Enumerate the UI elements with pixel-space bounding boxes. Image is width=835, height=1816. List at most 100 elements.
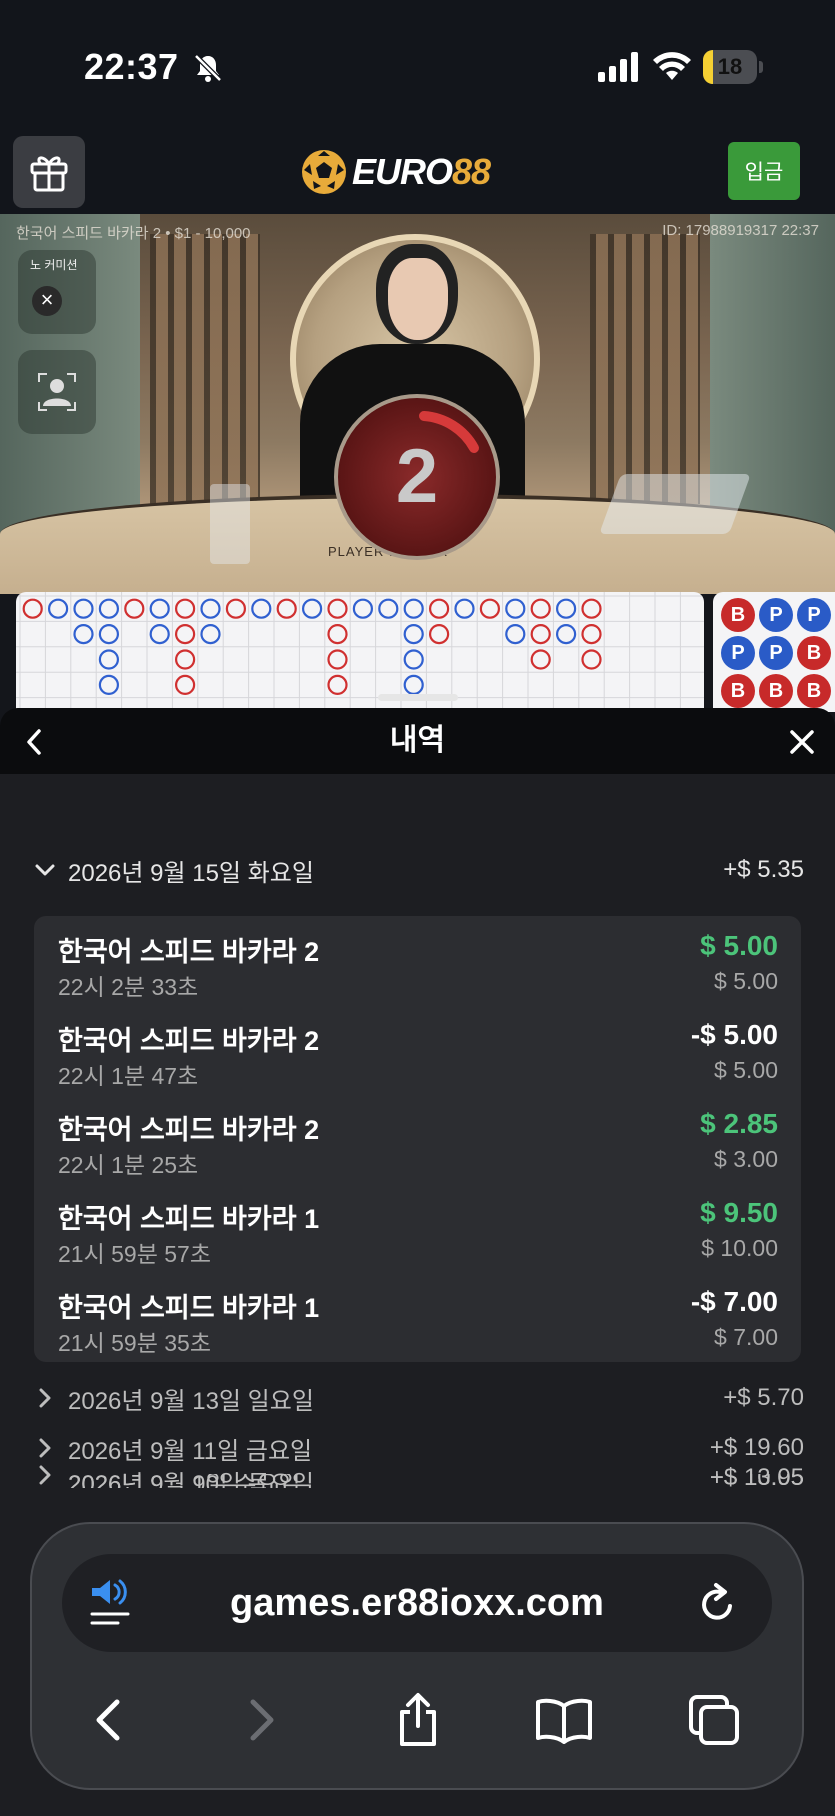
road-mark [403, 649, 424, 670]
bet-stake: $ 5.00 [714, 1057, 778, 1083]
bet-row[interactable]: 한국어 스피드 바카라 2 22시 1분 25초 $ 2.85 $ 3.00 [58, 1102, 778, 1182]
day-label: 2026년 9월 15일 화요일 [68, 859, 314, 887]
deposit-button[interactable]: 입금 [728, 142, 800, 200]
road-mark [302, 598, 323, 619]
road-mark [175, 623, 196, 645]
day-row-collapsed[interactable]: 2026년 9월 9일 수요일 +$ 10.95 [34, 1474, 804, 1488]
road-mark [175, 674, 196, 696]
day-row-expanded[interactable]: 2026년 9월 15일 화요일 +$ 5.35 [34, 850, 804, 890]
bookmarks-button[interactable] [534, 1690, 594, 1750]
road-mark [555, 598, 577, 619]
tabs-button[interactable] [684, 1690, 744, 1750]
signal-icon [598, 52, 638, 82]
bet-row[interactable]: 한국어 스피드 바카라 2 22시 2분 33초 $ 5.00 $ 5.00 [58, 924, 778, 1004]
road-mark [530, 623, 551, 645]
countdown-timer: 2 [334, 394, 500, 560]
road-mark [530, 598, 551, 619]
road-mark [378, 598, 399, 619]
road-mark [200, 623, 221, 645]
bet-stake: $ 10.00 [701, 1235, 778, 1261]
bet-game-name: 한국어 스피드 바카라 1 [58, 1204, 320, 1234]
back-button[interactable] [78, 1690, 138, 1750]
forward-icon [250, 1699, 274, 1741]
bet-game-name: 한국어 스피드 바카라 2 [58, 1115, 320, 1145]
bet-row[interactable]: 한국어 스피드 바카라 1 21시 59분 35초 -$ 7.00 $ 7.00 [58, 1280, 778, 1360]
road-mark [98, 623, 120, 645]
back-icon [96, 1699, 120, 1741]
road-mark [403, 598, 424, 619]
panel-title: 내역 [389, 724, 446, 757]
road-mark [555, 623, 577, 645]
chevron-right-icon [34, 1387, 56, 1409]
bet-time: 22시 1분 25초 [58, 1152, 199, 1178]
dealer-profile-button[interactable] [18, 350, 96, 434]
bet-row[interactable]: 한국어 스피드 바카라 1 21시 59분 57초 $ 9.50 $ 10.00 [58, 1191, 778, 1271]
clock: 22:37 [84, 46, 179, 87]
day-label: 2026년 9월 9일 수요일 [68, 1474, 301, 1488]
bet-list: 한국어 스피드 바카라 2 22시 2분 33초 $ 5.00 $ 5.00 한… [34, 916, 801, 1362]
reload-icon[interactable] [696, 1582, 740, 1626]
bet-row[interactable]: 한국어 스피드 바카라 2 22시 1분 47초 -$ 5.00 $ 5.00 [58, 1013, 778, 1093]
bead-plate[interactable]: BPBPPBPBB [713, 592, 835, 712]
road-mark [175, 598, 196, 619]
live-video[interactable]: PLAYER BANKER 한국어 스피드 바카라 2 • $1 - 10,00… [0, 214, 835, 594]
chevron-right-icon [34, 1437, 56, 1459]
close-icon [790, 730, 814, 754]
road-mark [225, 598, 246, 619]
road-mark [581, 649, 602, 670]
day-row-collapsed[interactable]: 2026년 9월 13일 일요일 +$ 5.70 [34, 1378, 804, 1418]
close-button[interactable] [785, 725, 819, 759]
day-total: +$ 5.70 [723, 1384, 804, 1411]
day-row-collapsed[interactable]: 2026년 9월 11일 금요일 +$ 19.60 [34, 1428, 804, 1468]
road-mark [124, 598, 145, 619]
day-label: 2026년 9월 11일 금요일 [68, 1437, 313, 1465]
countdown-number: 2 [395, 434, 439, 519]
road-mark [98, 674, 120, 696]
bet-result: -$ 5.00 [690, 1019, 778, 1050]
address-bar[interactable]: games.er88ioxx.com [62, 1554, 772, 1652]
no-commission-label: 노 커미션 [30, 258, 78, 272]
road-mark [581, 623, 602, 645]
road-mark [429, 598, 450, 619]
road-mark [47, 598, 69, 619]
day-total: +$ 10.95 [709, 1474, 804, 1488]
logo-text-88: 88 [452, 151, 491, 192]
bet-time: 22시 2분 33초 [58, 974, 199, 1000]
browser-nav [32, 1674, 806, 1764]
bet-result: $ 2.85 [700, 1108, 778, 1139]
bead-road[interactable] [16, 592, 704, 712]
road-mark [73, 598, 94, 619]
bead-banker: B [759, 674, 793, 708]
day-total: +$ 5.35 [723, 856, 804, 883]
road-mark [505, 598, 526, 619]
road-mark [200, 598, 221, 619]
bet-time: 21시 59분 35초 [58, 1330, 212, 1356]
soccer-ball-icon [302, 150, 346, 194]
road-mark [429, 623, 450, 645]
road-mark [98, 598, 120, 619]
road-mark [276, 598, 297, 619]
drag-handle[interactable] [378, 694, 458, 701]
status-bar: 22:37 18 [0, 0, 835, 130]
forward-button[interactable] [232, 1690, 292, 1750]
bead-player: P [797, 598, 831, 632]
bead-banker: B [721, 674, 755, 708]
road-mark [505, 623, 526, 645]
speaker-icon[interactable] [88, 1578, 134, 1628]
euro88-logo[interactable]: EURO88 [300, 142, 491, 202]
no-commission-toggle[interactable]: 노 커미션 × [18, 250, 96, 334]
road-mark [327, 598, 348, 619]
road-mark [479, 598, 500, 619]
road-mark [403, 674, 424, 696]
history-list[interactable]: 2026년 9월 15일 화요일 +$ 5.35 한국어 스피드 바카라 2 2… [0, 774, 835, 1488]
url-text: games.er88ioxx.com [230, 1582, 604, 1624]
gift-button[interactable] [13, 136, 85, 208]
logo-text-euro: EURO [352, 151, 453, 192]
day-label: 2026년 9월 13일 일요일 [68, 1387, 314, 1415]
close-icon: × [32, 286, 62, 316]
share-button[interactable] [388, 1690, 448, 1750]
tabs-icon [689, 1695, 739, 1745]
bet-time: 22시 1분 47초 [58, 1063, 199, 1089]
back-button[interactable] [18, 726, 50, 758]
road-mark [403, 623, 424, 645]
